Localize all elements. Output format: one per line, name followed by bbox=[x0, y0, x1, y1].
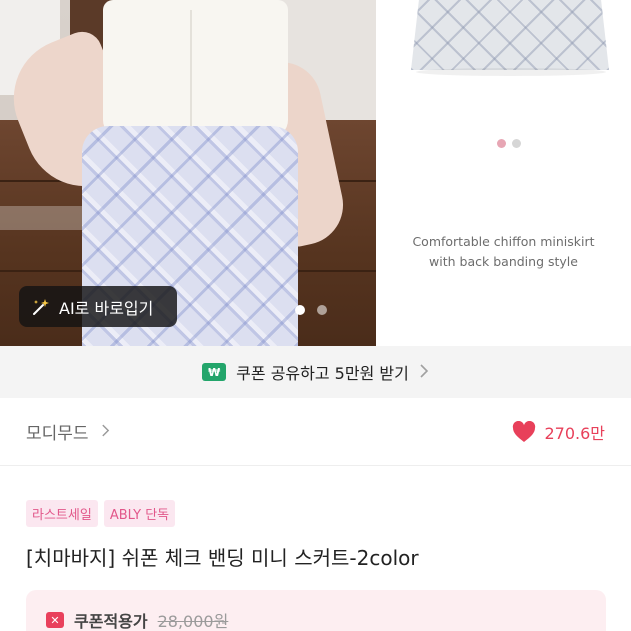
page-dot[interactable] bbox=[317, 305, 327, 315]
gallery-pagination-main bbox=[295, 305, 327, 315]
skirt-flat-image bbox=[411, 0, 609, 70]
product-image-gallery[interactable]: AI로 바로입기 Comfortable chiffon miniskirt w… bbox=[0, 0, 631, 346]
chevron-right-icon bbox=[419, 363, 429, 382]
product-title: [치마바지] 쉬폰 체크 밴딩 미니 스커트-2color bbox=[26, 546, 419, 570]
skirt-shadow bbox=[416, 68, 606, 76]
detail-caption-line: with back banding style bbox=[429, 254, 578, 269]
badge-last-sale: 라스트세일 bbox=[26, 500, 98, 527]
coupon-share-banner[interactable]: ₩ 쿠폰 공유하고 5만원 받기 bbox=[0, 346, 631, 398]
like-count: 270.6만 bbox=[544, 423, 605, 443]
page-dot-active[interactable] bbox=[497, 139, 506, 148]
product-badges: 라스트세일 ABLY 단독 bbox=[26, 500, 176, 527]
like-button[interactable]: 270.6만 bbox=[512, 420, 605, 444]
model-top bbox=[103, 0, 288, 138]
brand-name: 모디무드 bbox=[26, 424, 89, 444]
product-photo-model[interactable]: AI로 바로입기 bbox=[0, 0, 376, 346]
brand-link[interactable]: 모디무드 bbox=[26, 419, 110, 444]
coupon-price-box[interactable]: ✕ 쿠폰적용가 28,000원 bbox=[26, 590, 606, 631]
ai-try-on-label: AI로 바로입기 bbox=[59, 298, 154, 318]
heart-icon bbox=[513, 420, 536, 442]
page-dot-active[interactable] bbox=[295, 305, 305, 315]
brand-row: 모디무드 270.6만 bbox=[0, 398, 631, 466]
badge-ably-exclusive: ABLY 단독 bbox=[103, 500, 176, 527]
chevron-right-icon bbox=[101, 422, 110, 442]
ai-try-on-button[interactable]: AI로 바로입기 bbox=[19, 286, 177, 327]
product-photo-detail[interactable]: Comfortable chiffon miniskirt with back … bbox=[376, 0, 631, 346]
gallery-pagination-detail bbox=[497, 139, 521, 148]
wand-icon bbox=[33, 298, 49, 315]
coupon-price-label: 쿠폰적용가 bbox=[74, 612, 148, 631]
page-dot[interactable] bbox=[512, 139, 521, 148]
detail-caption-line: Comfortable chiffon miniskirt bbox=[412, 234, 595, 249]
coupon-icon: ✕ bbox=[46, 612, 64, 628]
won-icon: ₩ bbox=[202, 363, 227, 381]
original-price: 28,000원 bbox=[157, 612, 229, 631]
detail-caption: Comfortable chiffon miniskirt with back … bbox=[376, 232, 631, 272]
coupon-banner-text: 쿠폰 공유하고 5만원 받기 bbox=[236, 364, 409, 383]
model-top-seam bbox=[190, 10, 192, 135]
